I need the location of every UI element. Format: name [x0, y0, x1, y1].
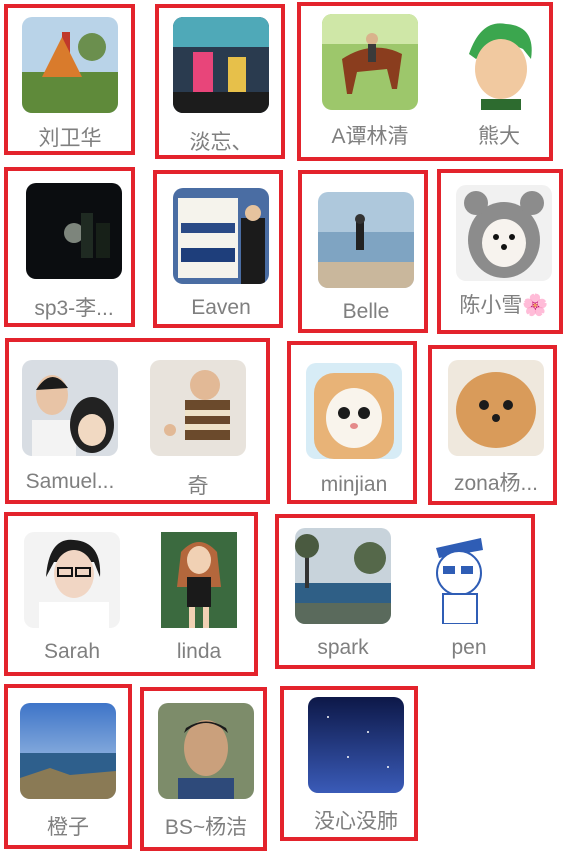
contact-name: sp3-李... [34, 297, 114, 320]
avatar-dog-costume-icon [456, 185, 552, 281]
avatar-poster-icon [173, 17, 269, 113]
contact-name: 刘卫华 [38, 127, 102, 150]
contact-name: Eaven [191, 296, 251, 319]
avatar-cat-bread-icon [306, 363, 402, 459]
contact-name: minjian [320, 473, 388, 496]
avatar-beach-icon [318, 192, 414, 288]
avatar-man-with-doll-icon [22, 360, 118, 456]
contact-name: Samuel... [25, 470, 115, 493]
contact-name: 淡忘、 [189, 131, 253, 154]
contact-name: 橙子 [47, 816, 89, 839]
avatar-horse-rider-icon [322, 14, 418, 110]
avatar-market-sign-icon [173, 188, 269, 284]
contact-name: spark [317, 636, 369, 659]
avatar-playground-icon [22, 17, 118, 113]
avatar-seaside-icon [20, 703, 116, 799]
contact-name: 熊大 [478, 125, 520, 148]
contact-name: 陈小雪🌸 [459, 294, 549, 317]
avatar-night-city-icon [26, 183, 122, 279]
avatar-woman-icon [161, 532, 237, 628]
avatar-man-portrait-icon [158, 703, 254, 799]
avatar-pool-landscape-icon [295, 528, 391, 624]
avatar-pomeranian-icon [448, 360, 544, 456]
contact-name: zona杨... [453, 472, 539, 495]
avatar-cartoon-boy-icon [421, 528, 517, 624]
contact-name: 奇 [187, 475, 209, 498]
contact-name: Sarah [43, 640, 101, 663]
avatar-anime-green-hair-icon [451, 14, 547, 110]
avatar-baby-icon [150, 360, 246, 456]
avatar-girl-glasses-icon [24, 532, 120, 628]
contact-name: pen [451, 636, 487, 659]
contact-name: Belle [342, 300, 390, 323]
contact-name: 没心没肺 [314, 810, 398, 833]
avatar-starry-sky-icon [308, 697, 404, 793]
contact-name: linda [176, 640, 222, 663]
contact-name: A谭林清 [331, 125, 409, 148]
contact-name: BS~杨洁 [164, 816, 248, 839]
